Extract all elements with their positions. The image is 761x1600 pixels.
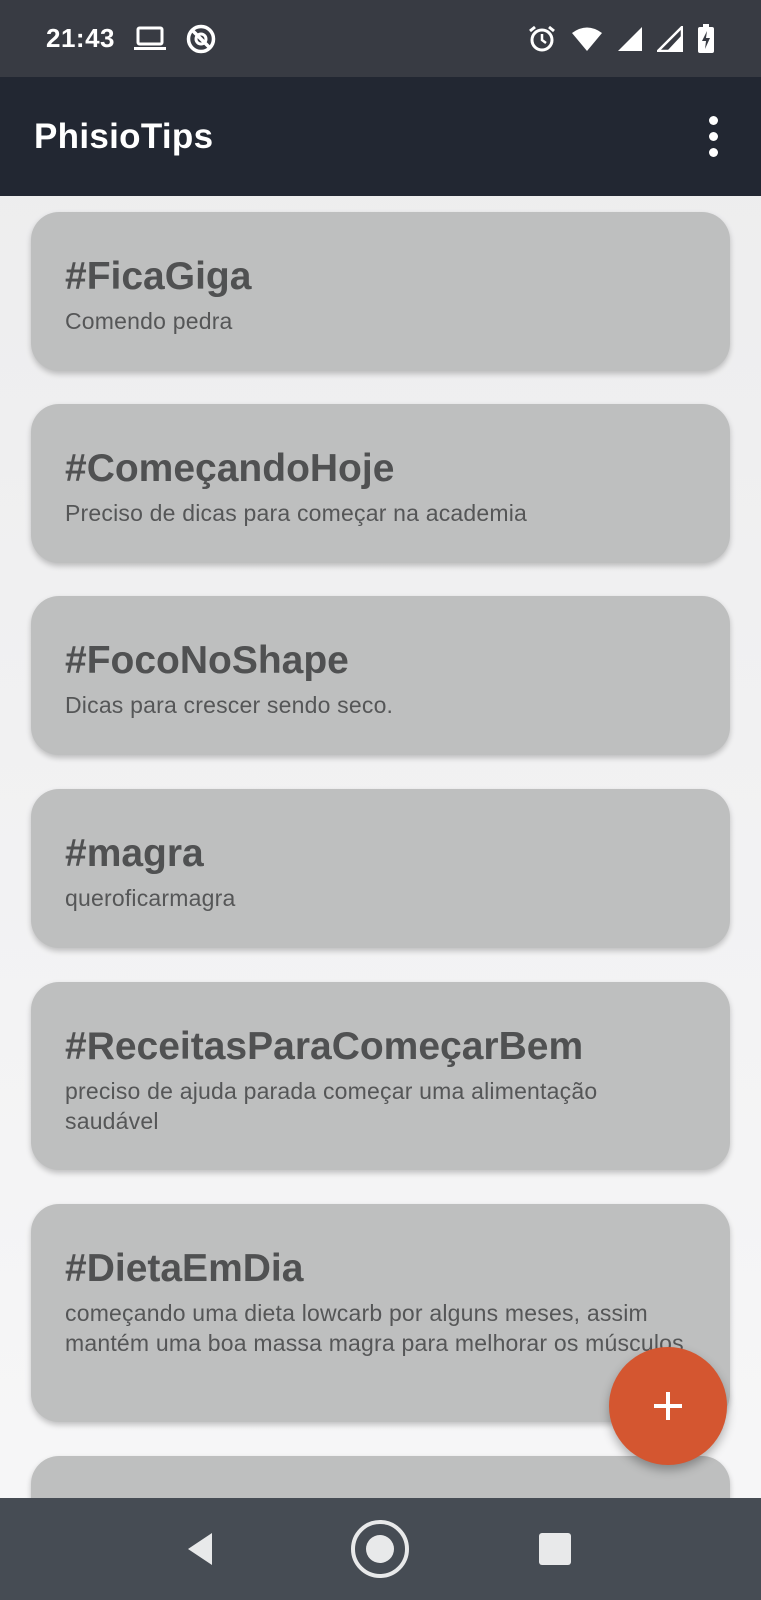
signal-icon (657, 25, 683, 52)
card-magra[interactable]: #magra queroficarmagra (31, 789, 730, 948)
add-button[interactable] (609, 1347, 727, 1465)
alarm-icon (527, 24, 557, 54)
card-description: Preciso de dicas para começar na academi… (65, 500, 528, 526)
card-title: #FocoNoShape (65, 639, 349, 682)
card-description: queroficarmagra (65, 885, 236, 911)
status-right (527, 23, 715, 54)
more-vert-icon[interactable] (693, 109, 733, 165)
card-description: começando uma dieta lowcarb por alguns m… (65, 1300, 684, 1356)
laptop-icon (133, 26, 167, 52)
card-description: Comendo pedra (65, 308, 233, 334)
recents-icon[interactable] (525, 1519, 585, 1579)
card-list[interactable]: #FicaGiga Comendo pedra #ComeçandoHoje P… (0, 196, 761, 1498)
back-icon[interactable] (172, 1519, 232, 1579)
card-receitasparacomecarbem[interactable]: #ReceitasParaComeçarBem preciso de ajuda… (31, 982, 730, 1170)
status-left: 21:43 (46, 23, 217, 55)
app-title: PhisioTips (34, 116, 214, 156)
card-ficagiga[interactable]: #FicaGiga Comendo pedra (31, 212, 730, 371)
card-title: #ComeçandoHoje (65, 447, 395, 490)
card-title: #FicaGiga (65, 255, 252, 298)
card-description: Dicas para crescer sendo seco. (65, 692, 394, 718)
card-foconoshape[interactable]: #FocoNoShape Dicas para crescer sendo se… (31, 596, 730, 755)
app-bar: PhisioTips (0, 77, 761, 196)
status-time: 21:43 (46, 23, 115, 53)
screen: 21:43 PhisioTips #FicaGiga Comendo pedra… (0, 0, 761, 1600)
battery-charging-icon (697, 23, 715, 54)
no-disturb-icon (185, 23, 217, 55)
home-icon[interactable] (350, 1519, 410, 1579)
card-title: #ReceitasParaComeçarBem (65, 1025, 584, 1068)
card-title: #magra (65, 832, 204, 875)
card-partial[interactable] (31, 1456, 730, 1498)
status-bar: 21:43 (0, 0, 761, 77)
add-icon (654, 1392, 682, 1420)
signal-icon (617, 26, 643, 52)
card-title: #DietaEmDia (65, 1247, 304, 1290)
card-description: preciso de ajuda parada começar uma alim… (65, 1078, 598, 1134)
card-comecandohoje[interactable]: #ComeçandoHoje Preciso de dicas para com… (31, 404, 730, 563)
navigation-bar (0, 1498, 761, 1600)
wifi-icon (571, 26, 603, 52)
